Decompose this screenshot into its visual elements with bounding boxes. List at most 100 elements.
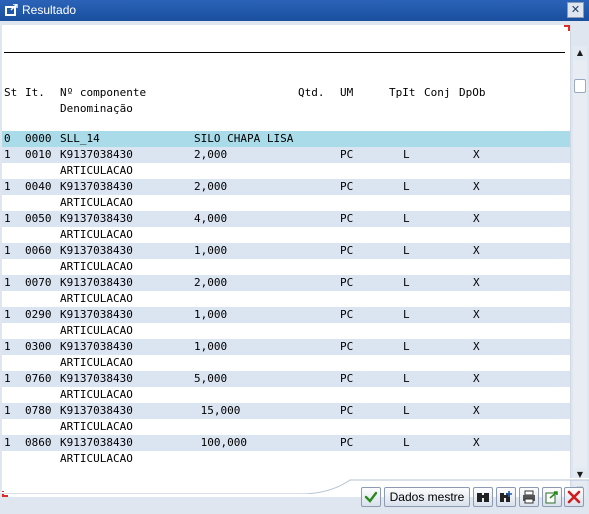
cell-st: 1 xyxy=(4,308,11,321)
cell-dpob: X xyxy=(473,212,480,225)
row-main-line: 1 0060 K9137038430 1,000 PC L X xyxy=(2,243,570,259)
cell-qtd: 1,000 xyxy=(194,340,228,353)
cell-dpob: X xyxy=(473,340,480,353)
corner-mark-icon xyxy=(564,25,570,31)
col-um: UM xyxy=(340,86,354,99)
header-rule xyxy=(4,52,565,53)
cell-it: 0060 xyxy=(25,244,52,257)
row-description-line: ARTICULACAO xyxy=(2,259,570,275)
close-button[interactable]: ✕ xyxy=(567,2,584,18)
cell-componente: K9137038430 xyxy=(60,148,133,161)
cell-dpob: X xyxy=(473,276,480,289)
cell-it: 0050 xyxy=(25,212,52,225)
cell-denominacao: ARTICULACAO xyxy=(60,356,133,369)
binoculars-plus-icon xyxy=(500,491,512,502)
cell-st: 1 xyxy=(4,180,11,193)
cell-dpob: X xyxy=(473,244,480,257)
master-data-button[interactable]: Dados mestre xyxy=(384,487,470,507)
cell-componente: K9137038430 xyxy=(60,372,133,385)
cell-it: 0300 xyxy=(25,340,52,353)
column-header-row: St It. Nº componente Qtd. UM TpIt Conj D… xyxy=(2,85,570,101)
row-description-line: ARTICULACAO xyxy=(2,387,570,403)
cell-tpit: L xyxy=(403,244,410,257)
row-description-line: ARTICULACAO xyxy=(2,227,570,243)
cell-componente: K9137038430 xyxy=(60,180,133,193)
cell-denominacao: ARTICULACAO xyxy=(60,260,133,273)
row-main-line: 1 0780 K9137038430 15,000 PC L X xyxy=(2,403,570,419)
cell-componente: K9137038430 xyxy=(60,404,133,417)
cell-tpit: L xyxy=(403,148,410,161)
cell-dpob: X xyxy=(473,372,480,385)
cell-st: 1 xyxy=(4,404,11,417)
export-button[interactable] xyxy=(542,487,562,507)
cell-qtd: 2,000 xyxy=(194,180,228,193)
table-row[interactable]: 1 0060 K9137038430 1,000 PC L X ARTICULACAO xyxy=(2,243,570,275)
find-button[interactable] xyxy=(473,487,493,507)
table-row[interactable]: 1 0780 K9137038430 15,000 PC L X ARTICULACAO xyxy=(2,403,570,435)
row-description-line: ARTICULACAO xyxy=(2,419,570,435)
binoculars-icon xyxy=(477,493,489,502)
row-description-line: ARTICULACAO xyxy=(2,291,570,307)
cell-dpob: X xyxy=(473,308,480,321)
cell-st: 1 xyxy=(4,276,11,289)
cell-tpit: L xyxy=(403,308,410,321)
table-row[interactable]: 1 0760 K9137038430 5,000 PC L X ARTICULACAO xyxy=(2,371,570,403)
cell-it: 0290 xyxy=(25,308,52,321)
column-header-row-2: Denominação xyxy=(2,101,570,117)
cell-st: 1 xyxy=(4,212,11,225)
cell-denominacao: ARTICULACAO xyxy=(60,420,133,433)
cell-denominacao: ARTICULACAO xyxy=(60,292,133,305)
table-row[interactable]: 1 0290 K9137038430 1,000 PC L X ARTICULACAO xyxy=(2,307,570,339)
confirm-button[interactable] xyxy=(361,487,381,507)
printer-icon xyxy=(523,490,535,504)
scroll-thumb[interactable] xyxy=(574,79,586,93)
col-componente: Nº componente xyxy=(60,86,147,99)
cell-denominacao: ARTICULACAO xyxy=(60,164,133,177)
print-button[interactable] xyxy=(519,487,539,507)
cell-denominacao: ARTICULACAO xyxy=(60,388,133,401)
cell-um: PC xyxy=(340,148,354,161)
table-row[interactable]: 0 0000 SLL_14 SILO CHAPA LISA xyxy=(2,131,570,147)
cell-um: PC xyxy=(340,340,354,353)
cell-qtd: 1,000 xyxy=(194,244,228,257)
find-next-button[interactable] xyxy=(496,487,516,507)
table-row[interactable]: 1 0040 K9137038430 2,000 PC L X ARTICULACAO xyxy=(2,179,570,211)
cell-st: 1 xyxy=(4,372,11,385)
cell-componente: SLL_14 xyxy=(60,132,100,145)
cell-it: 0070 xyxy=(25,276,52,289)
cell-it: 0760 xyxy=(25,372,52,385)
table-row[interactable]: 1 0010 K9137038430 2,000 PC L X ARTICULACAO xyxy=(2,147,570,179)
table-row[interactable]: 1 0070 K9137038430 2,000 PC L X ARTICULACAO xyxy=(2,275,570,307)
table-row[interactable]: 1 0860 K9137038430 100,000 PC L X ARTICULACAO xyxy=(2,435,570,467)
cancel-x-icon xyxy=(567,490,581,504)
col-conj: Conj xyxy=(424,86,451,99)
scroll-up-icon[interactable]: ▲ xyxy=(573,46,587,60)
cell-tpit: L xyxy=(403,276,410,289)
cell-um: PC xyxy=(340,404,354,417)
cell-um: PC xyxy=(340,436,354,449)
row-main-line: 1 0290 K9137038430 1,000 PC L X xyxy=(2,307,570,323)
row-main-line: 1 0860 K9137038430 100,000 PC L X xyxy=(2,435,570,451)
cell-dpob: X xyxy=(473,404,480,417)
cell-componente: K9137038430 xyxy=(60,340,133,353)
cell-componente: K9137038430 xyxy=(60,212,133,225)
cell-qtd: 4,000 xyxy=(194,212,228,225)
col-it: It. xyxy=(25,86,45,99)
cancel-button[interactable] xyxy=(564,487,584,507)
table-row[interactable]: 1 0300 K9137038430 1,000 PC L X ARTICULACAO xyxy=(2,339,570,371)
table-row[interactable]: 1 0050 K9137038430 4,000 PC L X ARTICULACAO xyxy=(2,211,570,243)
row-description-line: ARTICULACAO xyxy=(2,355,570,371)
check-icon xyxy=(364,491,378,503)
window-titlebar: Resultado ✕ xyxy=(0,0,589,21)
cell-qtd: 5,000 xyxy=(194,372,228,385)
cell-denominacao: ARTICULACAO xyxy=(60,196,133,209)
cell-um: PC xyxy=(340,276,354,289)
cell-um: PC xyxy=(340,180,354,193)
vertical-scrollbar[interactable]: ▲ ▼ ▼ xyxy=(573,46,587,497)
cell-dpob: X xyxy=(473,436,480,449)
cell-dpob: X xyxy=(473,180,480,193)
col-denominacao: Denominação xyxy=(60,102,133,115)
cell-denominacao: ARTICULACAO xyxy=(60,452,133,465)
cell-it: 0040 xyxy=(25,180,52,193)
cell-tpit: L xyxy=(403,372,410,385)
